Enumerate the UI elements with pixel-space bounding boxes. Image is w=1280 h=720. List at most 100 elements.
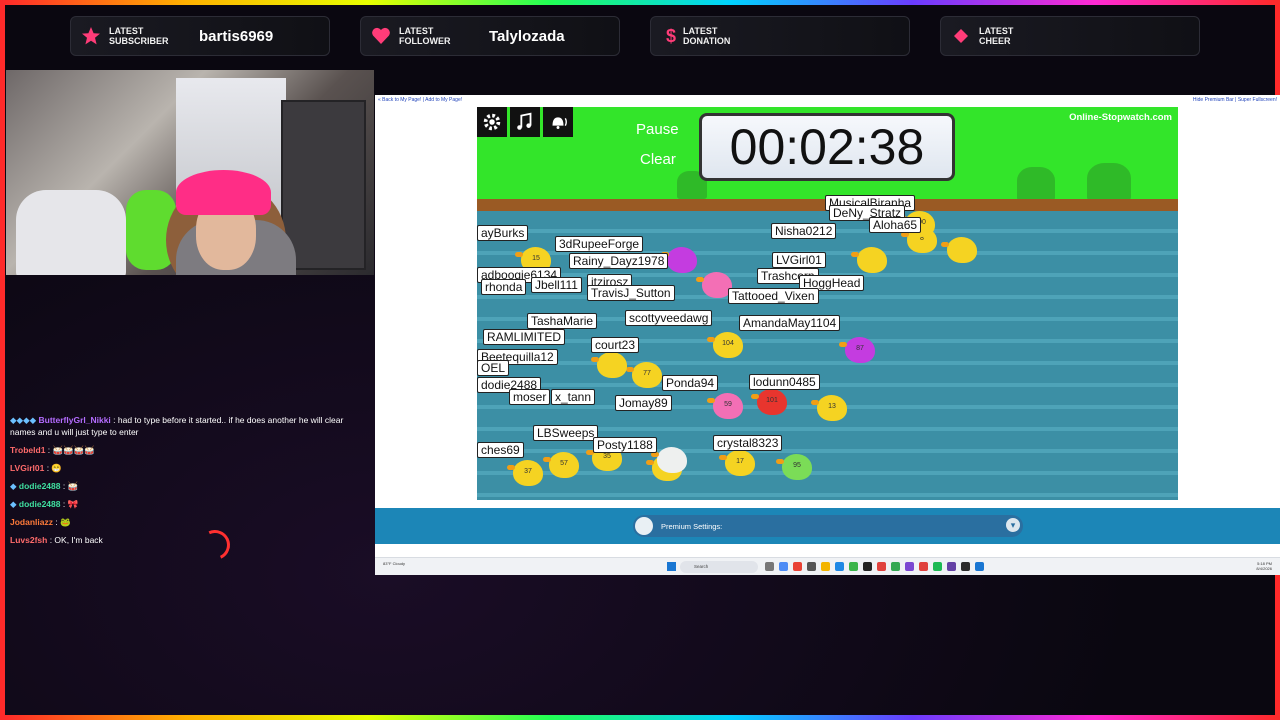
- shelf: [281, 100, 366, 270]
- taskbar-search[interactable]: Search: [680, 561, 758, 573]
- chevron-down-icon[interactable]: ▾: [1006, 518, 1020, 532]
- app-icon[interactable]: [863, 562, 872, 571]
- taskview-icon[interactable]: [765, 562, 774, 571]
- bell-icon: [552, 117, 567, 129]
- chat-badge-icon: ◆: [10, 499, 19, 509]
- chat-message: ◆ dodie2488 : 🥁: [10, 481, 79, 491]
- pillow: [16, 190, 126, 275]
- stopwatch-display: 00:02:38: [699, 113, 955, 181]
- chrome-icon[interactable]: [779, 562, 788, 571]
- settings-button[interactable]: [477, 107, 507, 137]
- folder-icon[interactable]: [821, 562, 830, 571]
- start-button-icon[interactable]: [667, 562, 676, 571]
- app-icon[interactable]: [877, 562, 886, 571]
- bush: [1017, 167, 1055, 201]
- sound-button[interactable]: [543, 107, 573, 137]
- fullscreen-links[interactable]: Hide Premium Bar | Super Fullscreen!: [1193, 97, 1277, 103]
- music-note-icon: [517, 112, 532, 130]
- racer-name: Tattooed_Vixen: [728, 288, 819, 304]
- alert-label: LATEST CHEER: [979, 26, 1014, 46]
- racer-name: Ponda94: [662, 375, 719, 391]
- system-clock[interactable]: 5:18 PM 8/4/2026: [1256, 561, 1272, 571]
- app-icon[interactable]: [919, 562, 928, 571]
- racer-name: LBSweeps: [533, 425, 599, 441]
- duck: [941, 237, 977, 263]
- chat-badges-icon: ◆◆◆◆: [10, 415, 39, 425]
- alert-bar: LATEST SUBSCRIBER bartis6969 LATEST FOLLOW…: [70, 16, 1210, 56]
- chat-message: Trobeld1 : 🥁🥁🥁🥁: [10, 445, 95, 455]
- clear-button[interactable]: Clear: [640, 151, 676, 168]
- dollar-icon: $: [665, 25, 676, 46]
- duck: 17: [719, 450, 755, 476]
- duck: 57: [543, 452, 579, 478]
- premium-settings-toggle[interactable]: Premium Settings: ▾: [633, 515, 1023, 537]
- weather-widget[interactable]: 83°F Cloudy: [383, 561, 405, 566]
- racer-name: TravisJ_Sutton: [587, 285, 675, 301]
- racer-name: Jomay89: [615, 395, 672, 411]
- site-brand[interactable]: Online-Stopwatch.com: [1069, 112, 1172, 123]
- app-icon[interactable]: [947, 562, 956, 571]
- webcam-feed: [6, 70, 374, 275]
- gear-icon: [483, 113, 501, 131]
- premium-settings-label: Premium Settings:: [661, 521, 723, 531]
- racer-name: crystal8323: [713, 435, 783, 451]
- latest-cheer-panel: LATEST CHEER: [940, 16, 1200, 56]
- duck: 37: [507, 460, 543, 486]
- racer-name: AmandaMay1104: [739, 315, 841, 331]
- chat-message: Jodanliazz : 🐸: [10, 517, 71, 527]
- chat-message: LVGirl01 : 😁: [10, 463, 63, 473]
- duck: [591, 352, 627, 378]
- alert-label: LATEST DONATION: [683, 26, 731, 46]
- racer-name: ayBurks: [477, 225, 529, 241]
- app-icon[interactable]: [961, 562, 970, 571]
- latest-subscriber-panel: LATEST SUBSCRIBER bartis6969: [70, 16, 330, 56]
- music-button[interactable]: [510, 107, 540, 137]
- app-icon[interactable]: [891, 562, 900, 571]
- racer-name: 3dRupeeForge: [555, 236, 644, 252]
- browser-link-strip: « Back to My Page! | Add to My Page! Hid…: [375, 97, 1280, 105]
- browser-capture: « Back to My Page! | Add to My Page! Hid…: [375, 95, 1280, 575]
- duck-race-game[interactable]: Pause Clear 00:02:38 Online-Stopwatch.co…: [477, 107, 1178, 500]
- racer-name: Posty1188: [593, 437, 657, 453]
- app-icon[interactable]: [793, 562, 802, 571]
- alert-label: LATEST SUBSCRIBER: [109, 26, 169, 46]
- racer-name: lodunn0485: [749, 374, 820, 390]
- alert-label: LATEST FOLLOWER: [399, 26, 451, 46]
- racer-name: rhonda: [481, 279, 527, 295]
- racer-name: moser: [509, 389, 551, 405]
- star-icon: [79, 24, 103, 48]
- racer-name: Rainy_Dayz1978: [569, 253, 669, 269]
- app-icon[interactable]: [975, 562, 984, 571]
- heart-icon: [369, 24, 393, 48]
- racer-name: ches69: [477, 442, 524, 458]
- app-icon[interactable]: [849, 562, 858, 571]
- racer-name: RAMLIMITED: [483, 329, 566, 345]
- duck: 77: [626, 362, 662, 388]
- duck: [851, 247, 887, 273]
- duck: 95: [776, 454, 812, 480]
- pause-button[interactable]: Pause: [636, 121, 679, 138]
- app-icon[interactable]: [807, 562, 816, 571]
- racer-name: x_tann: [551, 389, 596, 405]
- racer-name: OEL: [477, 360, 510, 376]
- latest-follower-panel: LATEST FOLLOWER Talylozada: [360, 16, 620, 56]
- chat-message: ◆ dodie2488 : 🎀: [10, 499, 79, 509]
- racer-name: Aloha65: [869, 217, 922, 233]
- chat-message: Luvs2fsh : OK, I'm back: [10, 535, 103, 545]
- edge-icon[interactable]: [835, 562, 844, 571]
- racer-name: Jbell111: [531, 277, 582, 293]
- back-links[interactable]: « Back to My Page! | Add to My Page!: [378, 97, 462, 103]
- settings-gear-icon: [635, 517, 653, 535]
- racer-name: scottyveedawg: [625, 310, 713, 326]
- latest-subscriber-value: bartis6969: [199, 27, 274, 45]
- windows-taskbar: 83°F Cloudy Search 5:18 PM 8/4/2026: [375, 557, 1280, 575]
- duck: 104: [707, 332, 743, 358]
- app-icon[interactable]: [905, 562, 914, 571]
- racer-name: LVGirl01: [772, 252, 826, 268]
- chat-overlay: ◆◆◆◆ ButterflyGrl_Nikki : had to type be…: [10, 414, 370, 552]
- chat-badge-icon: ◆: [10, 481, 19, 491]
- diamond-icon: [949, 24, 973, 48]
- duck: 101: [751, 389, 787, 415]
- spotify-icon[interactable]: [933, 562, 942, 571]
- duck: 87: [839, 337, 875, 363]
